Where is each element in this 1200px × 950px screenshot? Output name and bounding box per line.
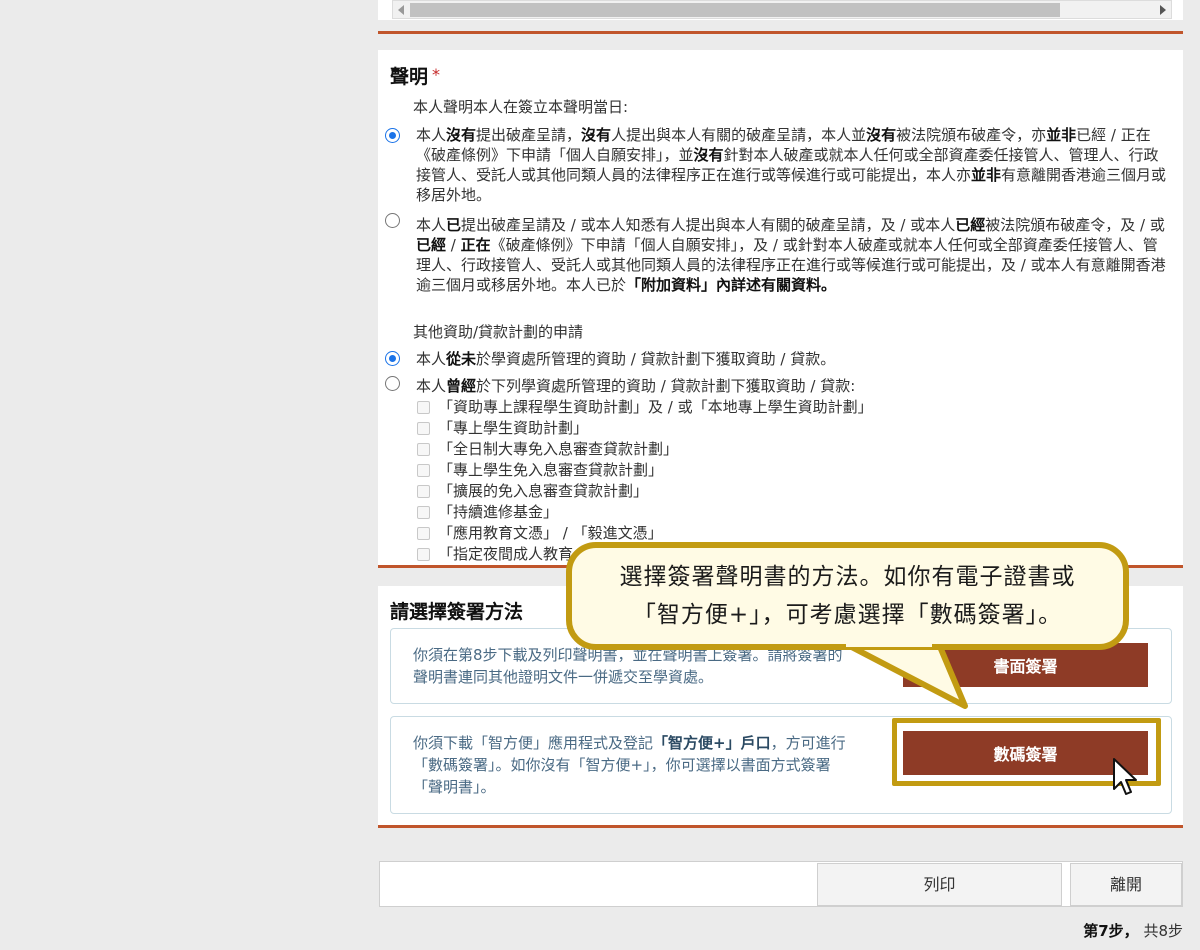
- footer-bar: [379, 861, 1183, 907]
- exit-button[interactable]: 離開: [1070, 863, 1182, 906]
- callout-tail-cover: [846, 641, 932, 647]
- mouse-cursor-icon: [1113, 758, 1137, 795]
- step-total: 共8步: [1138, 922, 1183, 940]
- print-button[interactable]: 列印: [817, 863, 1062, 906]
- callout-line-2: 「智方便+」，可考慮選擇「數碼簽署」。: [632, 602, 1063, 628]
- step-indicator: 第7步， 共8步: [1083, 920, 1183, 941]
- callout-line-1: 選擇簽署聲明書的方法。如你有電子證書或: [619, 564, 1076, 590]
- callout-text: 選擇簽署聲明書的方法。如你有電子證書或 「智方便+」，可考慮選擇「數碼簽署」。: [566, 558, 1129, 634]
- step-current: 第7步，: [1083, 922, 1139, 940]
